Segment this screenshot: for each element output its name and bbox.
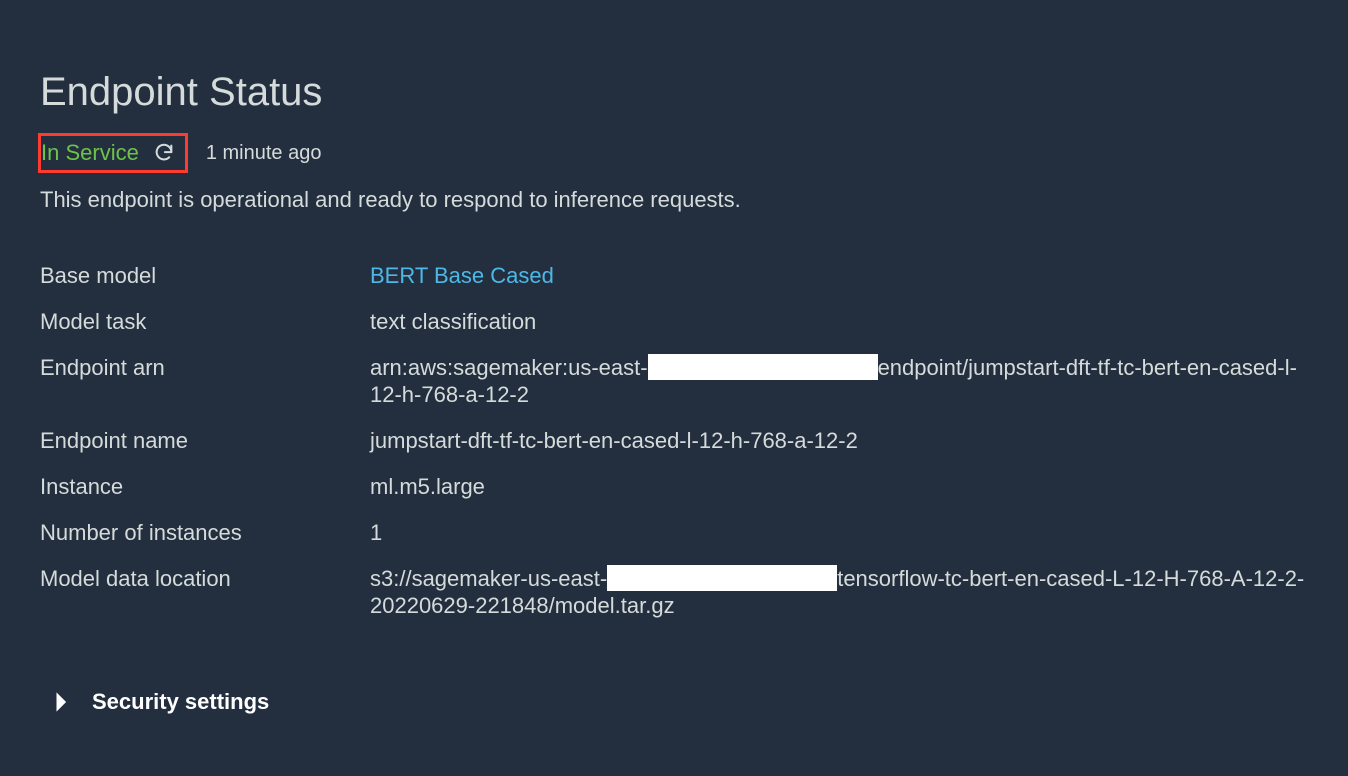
- redacted-block: [607, 565, 837, 591]
- model-data-prefix: s3://sagemaker-us-east-: [370, 566, 607, 591]
- model-data-value: s3://sagemaker-us-east-tensorflow-tc-ber…: [370, 566, 1308, 619]
- status-description: This endpoint is operational and ready t…: [40, 187, 1308, 213]
- status-highlight-box: In Service: [38, 133, 188, 173]
- instance-value: ml.m5.large: [370, 474, 1308, 500]
- status-badge: In Service: [41, 140, 139, 166]
- endpoint-arn-label: Endpoint arn: [40, 355, 360, 408]
- num-instances-label: Number of instances: [40, 520, 360, 546]
- model-task-label: Model task: [40, 309, 360, 335]
- num-instances-value: 1: [370, 520, 1308, 546]
- base-model-link[interactable]: BERT Base Cased: [370, 263, 1308, 289]
- endpoint-status-panel: Endpoint Status In Service 1 minute ago …: [0, 0, 1348, 755]
- security-settings-toggle[interactable]: Security settings: [40, 689, 1308, 715]
- endpoint-name-value: jumpstart-dft-tf-tc-bert-en-cased-l-12-h…: [370, 428, 1308, 454]
- instance-label: Instance: [40, 474, 360, 500]
- refresh-icon[interactable]: [153, 142, 175, 164]
- endpoint-name-label: Endpoint name: [40, 428, 360, 454]
- model-task-value: text classification: [370, 309, 1308, 335]
- chevron-right-icon: [54, 691, 70, 713]
- endpoint-arn-value: arn:aws:sagemaker:us-east-endpoint/jumps…: [370, 355, 1308, 408]
- page-title: Endpoint Status: [40, 70, 1308, 115]
- base-model-label: Base model: [40, 263, 360, 289]
- endpoint-arn-prefix: arn:aws:sagemaker:us-east-: [370, 355, 648, 380]
- model-data-label: Model data location: [40, 566, 360, 619]
- security-settings-label: Security settings: [92, 689, 269, 715]
- details-grid: Base model BERT Base Cased Model task te…: [40, 263, 1308, 619]
- redacted-block: [648, 354, 878, 380]
- status-row: In Service 1 minute ago: [40, 133, 1308, 173]
- status-timestamp: 1 minute ago: [206, 142, 322, 165]
